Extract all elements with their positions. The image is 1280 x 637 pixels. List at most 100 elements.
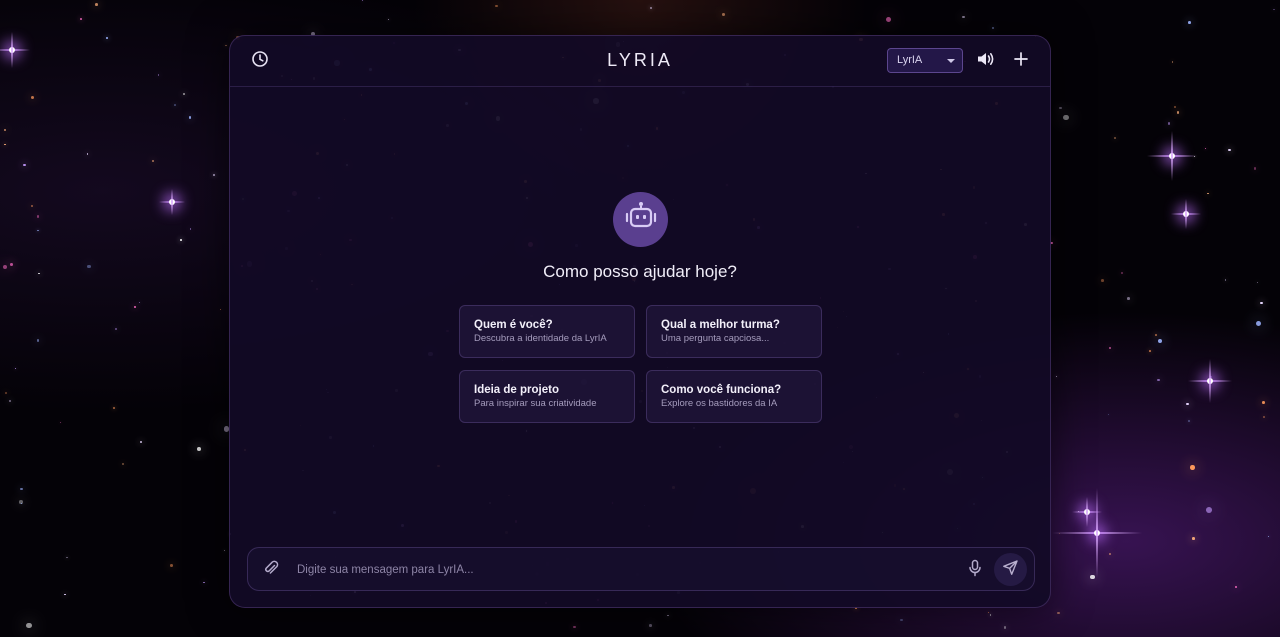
chat-panel: LYRIA LyrIA Como posso ajudar hoje? Quem… [229,35,1051,608]
model-select[interactable]: LyrIA [887,48,963,73]
message-composer [247,547,1035,591]
star [14,368,16,370]
star-flare [0,32,30,68]
star [1094,530,1100,536]
star [1107,413,1109,415]
star [189,227,192,230]
star [219,308,222,311]
suggestion-title: Quem é você? [474,319,553,331]
star [1228,148,1231,151]
star [9,47,15,53]
star [1157,378,1160,382]
star [1260,302,1263,305]
chat-header: LYRIA LyrIA [230,36,1050,87]
star [1090,574,1095,579]
microphone-icon [967,559,983,582]
star [86,153,89,156]
star [988,611,990,613]
star [1186,402,1189,406]
star [94,3,98,7]
suggestion-card-project-idea[interactable]: Ideia de projeto Para inspirar sua criat… [459,370,635,423]
star [1255,321,1261,327]
star [361,0,363,2]
star [31,95,35,99]
star [1058,106,1062,110]
star [1224,279,1227,281]
star [1114,136,1117,139]
star [1187,21,1191,25]
star [203,581,205,584]
star [1108,346,1112,350]
star [1120,271,1123,274]
star-flare [1052,488,1142,578]
star [1167,122,1170,125]
star [106,37,108,39]
attach-button[interactable] [257,556,285,584]
suggestion-card-best-class[interactable]: Qual a melhor turma? Uma pergunta capcio… [646,305,822,358]
star [1171,61,1174,63]
star [1084,509,1090,515]
star-flare [159,189,185,215]
sound-toggle-button[interactable] [972,47,1000,75]
star [1188,420,1190,422]
star [115,328,118,331]
star [180,238,183,241]
star [9,263,13,267]
star [36,339,40,342]
star [387,18,389,20]
star [494,4,498,8]
star [3,128,7,132]
send-icon [1002,559,1019,581]
star [139,302,141,304]
star [170,564,174,568]
star [991,27,994,30]
star-flare [1147,131,1197,181]
star [169,199,175,205]
suggestion-subtitle: Uma pergunta capciosa... [661,333,770,344]
star [213,174,215,176]
star [188,116,192,119]
star [1192,537,1195,541]
star [1183,211,1189,217]
new-chat-button[interactable] [1007,47,1035,75]
suggestion-card-how-it-works[interactable]: Como você funciona? Explore os bastidore… [646,370,822,423]
suggestion-subtitle: Descubra a identidade da LyrIA [474,333,607,344]
message-input[interactable] [295,560,949,580]
star [885,16,892,23]
star [151,160,155,163]
star [196,446,201,451]
chevron-down-icon [947,59,955,63]
star [87,264,91,269]
star [962,15,965,19]
suggestion-subtitle: Para inspirar sua criatividade [474,398,597,409]
star [1254,167,1257,170]
send-button[interactable] [994,553,1027,586]
star [1077,510,1079,513]
star [1273,8,1275,11]
star [1176,111,1180,114]
star [1268,536,1270,538]
star [1209,376,1212,379]
star [722,12,726,16]
star [1190,465,1195,470]
star [1057,611,1060,615]
star [23,163,26,167]
star [1063,114,1070,121]
star-flare [1072,497,1102,527]
paperclip-icon [262,559,280,582]
star [37,230,39,232]
robot-icon [624,200,658,239]
star [1149,350,1151,352]
star [649,624,652,627]
star [573,625,576,628]
star [1204,147,1206,149]
star [1059,532,1061,534]
star [1127,297,1131,301]
star [1206,192,1209,195]
star-flare [1171,199,1201,229]
star [1108,552,1111,555]
star [20,488,23,491]
suggestion-card-who-are-you[interactable]: Quem é você? Descubra a identidade da Ly… [459,305,635,358]
star [1056,376,1058,378]
voice-input-button[interactable] [961,556,989,584]
